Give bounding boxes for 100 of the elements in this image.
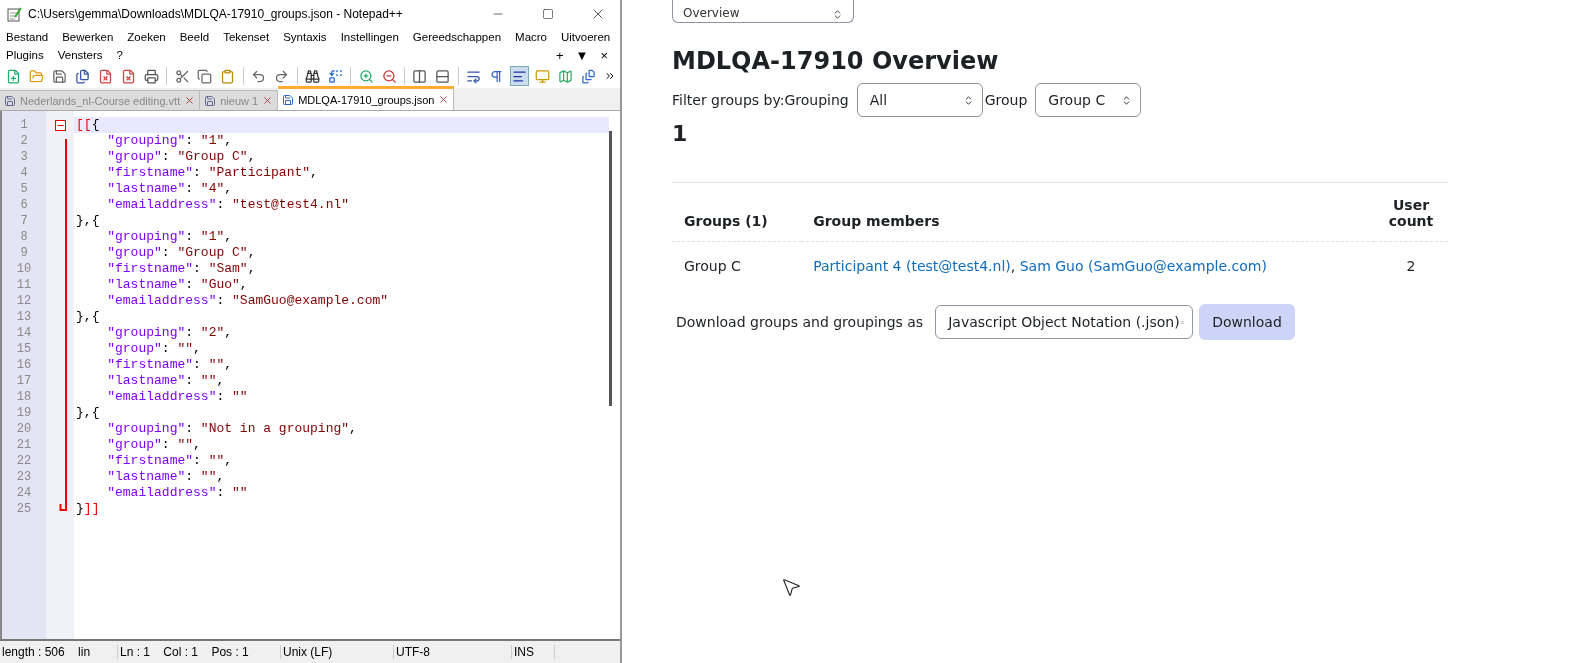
file-tab[interactable]: MDLQA-17910_groups.json — [278, 86, 455, 110]
code-line: "firstname": "", — [106, 357, 234, 373]
close-icon[interactable] — [262, 95, 274, 106]
group-select[interactable]: Group C — [1035, 83, 1142, 117]
tab-label: nieuw 1 — [220, 94, 259, 107]
line-number: 4 — [19, 165, 29, 181]
line-number: 25 — [15, 501, 33, 517]
line-number: 18 — [15, 389, 33, 405]
menu-item[interactable]: Plugins — [6, 49, 58, 61]
group-label: Group — [984, 92, 1028, 108]
menu-control[interactable]: ▼ — [569, 47, 595, 63]
line-number: 24 — [15, 485, 33, 501]
menu-item[interactable]: Syntaxis — [283, 31, 341, 43]
code-line: "lastname": "", — [106, 469, 226, 485]
line-number: 21 — [15, 437, 33, 453]
window-title: C:\Users\gemma\Downloads\MDLQA-17910_groups.json - Notepad++ — [28, 7, 404, 21]
count-cell: 2 — [1374, 241, 1448, 290]
menu-item[interactable]: Tekenset — [223, 31, 284, 43]
code-line: "grouping": "Not in a grouping", — [106, 421, 358, 437]
code-line: }]] — [75, 501, 101, 517]
up-down-arrows-icon — [832, 9, 843, 20]
group-cell: Group C — [672, 241, 802, 290]
code-line: },{ — [75, 309, 101, 325]
view-select[interactable]: Overview — [672, 0, 854, 23]
menu-item[interactable]: Bestand — [6, 31, 63, 43]
line-number: 23 — [15, 469, 33, 485]
line-number: 12 — [15, 293, 33, 309]
code-line: "emailaddress": "" — [106, 485, 249, 501]
code-line: "firstname": "Sam", — [106, 261, 257, 277]
menu-item[interactable]: Vensters — [57, 49, 117, 61]
column-header: Group members — [801, 182, 1374, 242]
line-number: 20 — [15, 421, 33, 437]
line-number: 2 — [19, 133, 29, 149]
more-icon[interactable] — [604, 70, 616, 82]
code-line: "grouping": "1", — [106, 229, 234, 245]
page-heading: MDLQA-17910 Overview — [672, 47, 1000, 75]
menu-item[interactable]: ? — [116, 49, 137, 61]
line-number: 1 — [19, 117, 29, 133]
code-line: "group": "Group C", — [106, 149, 257, 165]
menu-control[interactable]: × — [594, 47, 614, 63]
code-line: "group": "Group C", — [106, 245, 257, 261]
code-line: "emailaddress": "" — [106, 389, 249, 405]
fold-minus-icon[interactable] — [54, 119, 66, 131]
column-header: User count — [1374, 182, 1448, 242]
line-number: 7 — [19, 213, 29, 229]
line-number: 3 — [19, 149, 29, 165]
status-text: Unix (LF) — [281, 645, 394, 659]
grouping-title: 1 — [672, 121, 689, 146]
menu-item[interactable]: Bewerken — [62, 31, 128, 43]
line-number: 15 — [15, 341, 33, 357]
cursor-icon — [780, 576, 802, 598]
menu-item[interactable]: Beeld — [179, 31, 224, 43]
grouping-label: Grouping — [784, 92, 849, 108]
status-text: UTF-8 — [394, 645, 512, 659]
tab-label: MDLQA-17910_groups.json — [298, 93, 435, 106]
download-button[interactable]: Download — [1199, 304, 1295, 340]
download-label: Download groups and groupings as — [676, 314, 924, 330]
line-number: 22 — [15, 453, 33, 469]
menu-item[interactable]: Uitvoeren — [561, 31, 625, 43]
code-line: },{ — [75, 213, 101, 229]
filter-label: Filter groups by: — [672, 92, 785, 108]
code-line: "firstname": "", — [106, 453, 234, 469]
menu-control[interactable]: + — [549, 47, 570, 63]
line-number: 8 — [19, 229, 29, 245]
member-link[interactable]: Participant 4 (test@test4.nl) — [813, 258, 1011, 274]
save-icon — [4, 94, 16, 107]
code-line: "lastname": "", — [106, 373, 226, 389]
save-icon — [204, 94, 217, 107]
code-line: "group": "", — [106, 341, 202, 357]
indent-guide-icon[interactable] — [509, 66, 530, 86]
grouping-select[interactable]: All — [856, 83, 983, 117]
save-icon — [282, 93, 295, 106]
line-number: 13 — [15, 309, 33, 325]
code-line: },{ — [75, 405, 101, 421]
maximize-icon — [542, 8, 554, 20]
code-line: "group": "", — [106, 437, 202, 453]
format-select[interactable]: Javascript Object Notation (.json) — [935, 305, 1194, 339]
status-text: length : 506 lin — [0, 645, 118, 659]
code-line: "emailaddress": "test@test4.nl" — [106, 197, 351, 213]
status-text: Ln : 1 Col : 1 Pos : 1 — [118, 645, 281, 659]
menu-item[interactable]: Gereedschappen — [412, 31, 516, 43]
code-line: "emailaddress": "SamGuo@example.com" — [106, 293, 390, 309]
status-text: INS — [512, 645, 555, 659]
line-number: 19 — [15, 405, 33, 421]
close-icon[interactable] — [438, 94, 450, 105]
code-line: "grouping": "1", — [106, 133, 234, 149]
menu-item[interactable]: Instellingen — [340, 31, 413, 43]
code-line: "grouping": "2", — [106, 325, 234, 341]
line-number: 11 — [15, 277, 33, 293]
line-number: 14 — [15, 325, 33, 341]
line-number: 17 — [15, 373, 33, 389]
menu-item[interactable]: Zoeken — [127, 31, 180, 43]
code-line: "firstname": "Participant", — [106, 165, 319, 181]
close-icon[interactable] — [184, 95, 196, 106]
notepad-icon — [6, 6, 22, 22]
column-header: Groups (1) — [672, 182, 802, 242]
member-link[interactable]: Sam Guo (SamGuo@example.com) — [1019, 258, 1267, 274]
menu-item[interactable]: Macro — [515, 31, 561, 43]
separator-text: , — [1010, 258, 1017, 274]
line-number: 6 — [19, 197, 29, 213]
